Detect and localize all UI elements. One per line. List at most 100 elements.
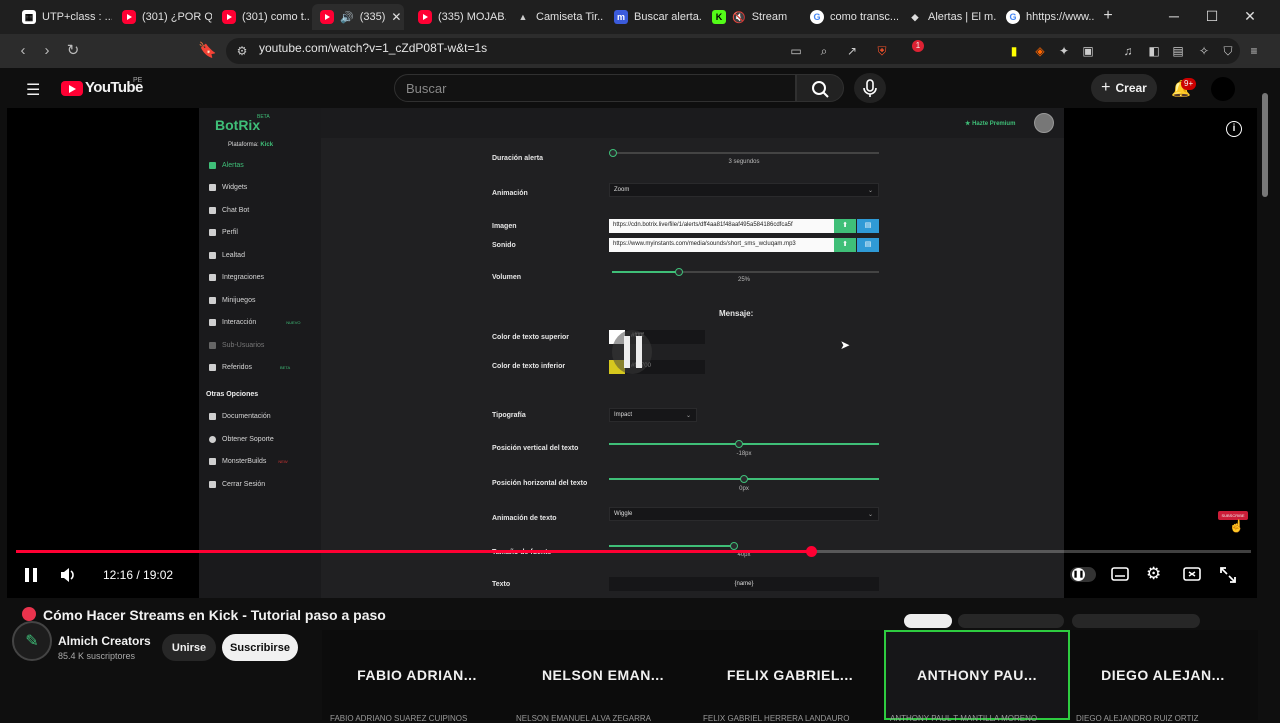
tab-youtube-active[interactable]: 🔊 (335) ✕ xyxy=(312,4,404,30)
settings-icon[interactable]: ⚙ xyxy=(1146,564,1161,584)
video-progress-bar[interactable] xyxy=(16,546,1251,557)
botrix-avatar[interactable] xyxy=(1034,113,1054,133)
filter-chip[interactable] xyxy=(1072,614,1200,628)
voice-search-button[interactable] xyxy=(854,73,886,103)
sidebar-item-monsterbuilds[interactable]: MonsterBuilds NEW xyxy=(209,458,288,465)
premium-link[interactable]: ★ Hazte Premium xyxy=(965,120,1015,127)
cast-icon[interactable]: ▭ xyxy=(788,43,804,59)
participant-tile[interactable]: NELSON EMAN... xyxy=(510,630,696,720)
new-tab-icon[interactable]: + xyxy=(1098,7,1118,25)
pause-button[interactable] xyxy=(22,566,40,587)
tab-google-2[interactable]: Ghhttps://www... xyxy=(998,4,1094,30)
tab-utp[interactable]: ▦ UTP+class : ... xyxy=(14,4,112,30)
bookmark-icon[interactable]: 🔖 xyxy=(198,42,217,60)
sidebar-item-referidos[interactable]: Referidos BETA xyxy=(209,364,290,371)
zoom-icon[interactable]: ⌕ xyxy=(816,43,832,59)
wallet-icon[interactable]: ▤ xyxy=(1170,43,1186,59)
sidebar-item-widgets[interactable]: Widgets xyxy=(209,184,247,191)
extension-1-icon[interactable]: ▮ xyxy=(1006,43,1022,59)
tamano-slider[interactable] xyxy=(609,545,734,547)
leo-icon[interactable]: ✧ xyxy=(1196,43,1212,59)
vpn-icon[interactable]: ⛉ xyxy=(1220,43,1236,59)
volume-button[interactable] xyxy=(58,566,78,587)
participant-tile[interactable]: FELIX GABRIEL... xyxy=(697,630,883,720)
site-settings-icon[interactable]: ⚙ xyxy=(234,43,250,59)
scrollbar-thumb[interactable] xyxy=(1262,93,1268,197)
tab-alertas[interactable]: ◆ Alertas | El m... xyxy=(900,4,996,30)
duracion-slider[interactable] xyxy=(612,152,879,154)
tab-youtube-1[interactable]: (301) ¿POR Q... xyxy=(114,4,212,30)
share-icon[interactable]: ↗ xyxy=(844,43,860,59)
autoplay-toggle[interactable]: ❚❚ xyxy=(1070,567,1096,582)
channel-name[interactable]: Almich Creators xyxy=(58,634,151,648)
animacion-texto-select[interactable]: Wiggle ⌄ xyxy=(609,507,879,521)
filter-chip[interactable] xyxy=(904,614,952,628)
account-avatar[interactable] xyxy=(1211,77,1235,101)
brave-shield-icon[interactable]: ⛨ xyxy=(874,43,890,59)
search-button[interactable] xyxy=(796,74,844,102)
hamburger-icon[interactable]: ☰ xyxy=(26,80,40,100)
reload-icon[interactable]: ↻ xyxy=(64,42,82,60)
sonido-upload-button[interactable]: ⬆ xyxy=(834,238,856,252)
channel-avatar[interactable]: ✎ xyxy=(12,621,52,661)
sidebar-item-minijuegos[interactable]: Minijuegos xyxy=(209,297,255,304)
extension-2-icon[interactable]: ◈ xyxy=(1032,43,1048,59)
subscribe-button[interactable]: Suscribirse xyxy=(222,634,298,661)
volumen-knob[interactable] xyxy=(674,268,683,276)
filter-chip[interactable] xyxy=(958,614,1064,628)
duracion-knob[interactable] xyxy=(609,149,617,157)
maximize-icon[interactable]: ☐ xyxy=(1202,8,1222,25)
sidebar-item-subusuarios[interactable]: Sub-Usuarios xyxy=(209,342,264,349)
sidebar-item-cerrar-sesion[interactable]: Cerrar Sesión xyxy=(209,481,265,488)
subtitles-button[interactable] xyxy=(1111,566,1129,585)
extension-3-icon[interactable]: ▣ xyxy=(1080,43,1096,59)
menu-icon[interactable]: ≡ xyxy=(1246,43,1262,59)
close-tab-icon[interactable]: ✕ xyxy=(391,10,401,24)
extensions-icon[interactable]: ✦ xyxy=(1056,43,1072,59)
tab-google-1[interactable]: Gcomo transc... xyxy=(802,4,898,30)
participant-tile[interactable]: FABIO ADRIAN... xyxy=(324,630,510,720)
sidebar-icon[interactable]: ◧ xyxy=(1146,43,1162,59)
participant-tile[interactable]: DIEGO ALEJAN... xyxy=(1070,630,1256,720)
tab-stream[interactable]: K 🔇 Stream xyxy=(704,4,800,30)
sonido-url-input[interactable]: https://www.myinstants.com/media/sounds/… xyxy=(609,238,834,252)
tab-camiseta[interactable]: ▲ Camiseta Tir... xyxy=(508,4,604,30)
minimize-icon[interactable]: ─ xyxy=(1164,8,1184,24)
posicion-vertical-knob[interactable] xyxy=(735,440,743,448)
tab-buscar[interactable]: m Buscar alerta... xyxy=(606,4,702,30)
join-button[interactable]: Unirse xyxy=(162,634,216,661)
volumen-slider[interactable] xyxy=(612,271,879,273)
imagen-gallery-button[interactable]: ▤ xyxy=(857,219,879,233)
sidebar-item-perfil[interactable]: Perfil xyxy=(209,229,238,236)
posicion-horizontal-knob[interactable] xyxy=(740,475,748,483)
search-input[interactable] xyxy=(394,74,796,102)
sidebar-item-soporte[interactable]: Obtener Soporte xyxy=(209,436,274,443)
sidebar-item-documentacion[interactable]: Documentación xyxy=(209,413,271,420)
fullscreen-button[interactable] xyxy=(1219,566,1237,587)
imagen-url-input[interactable]: https://cdn.botrix.live/file/1/alerts/df… xyxy=(609,219,834,233)
tipografia-select[interactable]: Impact ⌄ xyxy=(609,408,697,422)
sidebar-item-alertas[interactable]: Alertas xyxy=(209,162,244,169)
close-window-icon[interactable]: ✕ xyxy=(1240,8,1260,25)
sidebar-item-chatbot[interactable]: Chat Bot xyxy=(209,207,249,214)
sidebar-item-lealtad[interactable]: Lealtad xyxy=(209,252,245,259)
back-icon[interactable]: ‹ xyxy=(14,42,32,60)
sidebar-item-interaccion[interactable]: Interacción NUEVO xyxy=(209,319,300,326)
info-icon[interactable]: i xyxy=(1226,121,1242,137)
tab-youtube-3[interactable]: (335) MOJAB... xyxy=(410,4,506,30)
youtube-logo-icon[interactable] xyxy=(61,81,83,96)
tamano-knob[interactable] xyxy=(730,542,738,550)
posicion-vertical-slider[interactable] xyxy=(609,443,879,445)
tab-youtube-2[interactable]: (301) como t... xyxy=(214,4,310,30)
video-player[interactable]: BotRix BETA Plataforma: Kick Alertas Wid… xyxy=(7,108,1257,598)
sidebar-item-integraciones[interactable]: Integraciones xyxy=(209,274,264,281)
animacion-select[interactable]: Zoom ⌄ xyxy=(609,183,879,197)
imagen-upload-button[interactable]: ⬆ xyxy=(834,219,856,233)
miniplayer-button[interactable] xyxy=(1183,566,1201,585)
texto-input[interactable]: {name} xyxy=(609,577,879,591)
participant-tile-active[interactable]: ANTHONY PAU... xyxy=(884,630,1070,720)
media-icon[interactable]: ♫ xyxy=(1120,43,1136,59)
forward-icon[interactable]: › xyxy=(38,42,56,60)
create-button[interactable]: + Crear xyxy=(1091,74,1157,102)
sonido-gallery-button[interactable]: ▤ xyxy=(857,238,879,252)
